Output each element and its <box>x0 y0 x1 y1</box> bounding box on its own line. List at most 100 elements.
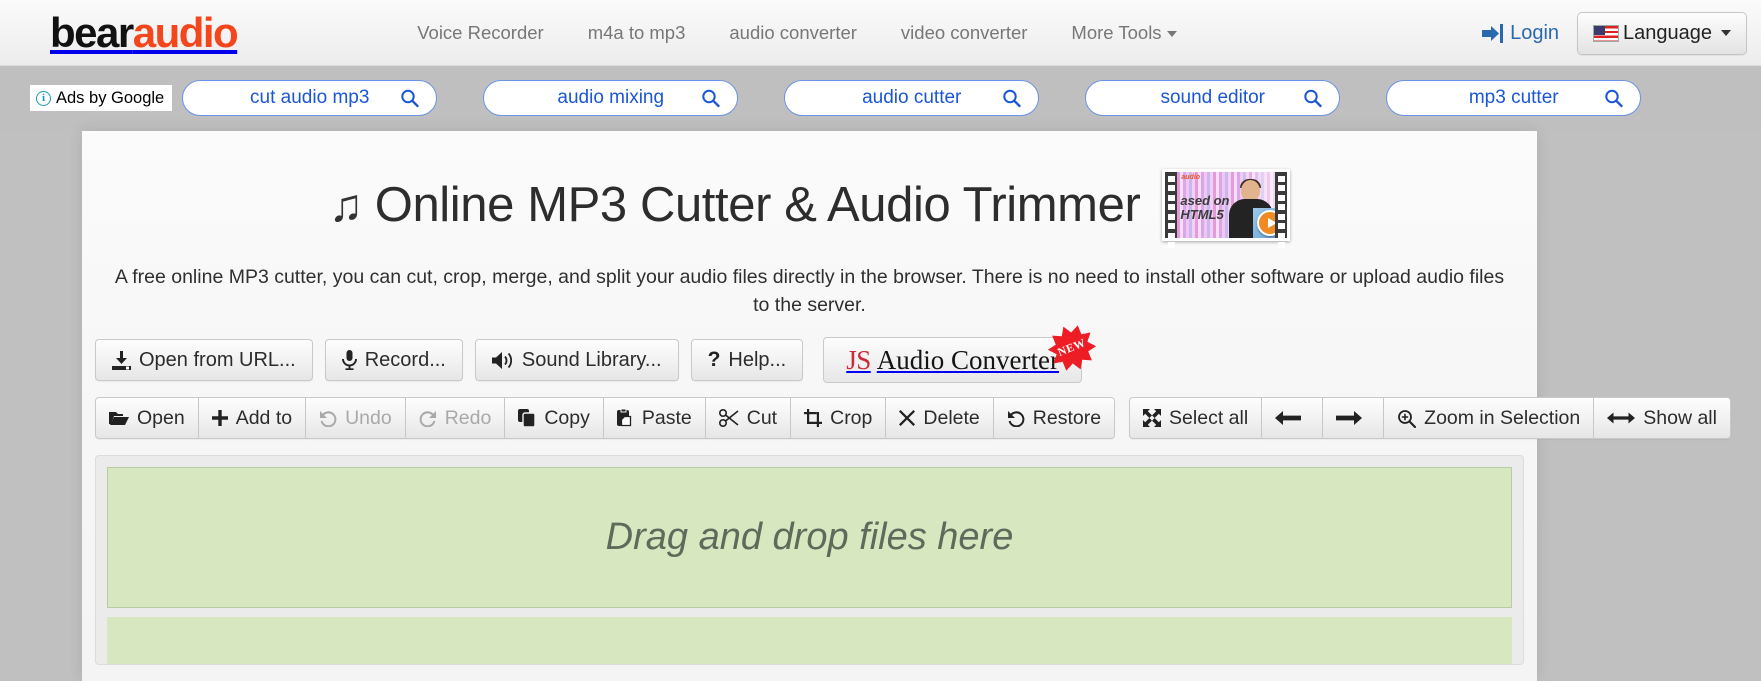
site-logo[interactable]: bearaudio <box>50 8 239 56</box>
toolbar-restore-button[interactable]: Restore <box>993 397 1116 439</box>
js-audio-converter-js-label: JS <box>846 344 871 375</box>
ad-pill-cut-audio-mp3[interactable]: cut audio mp3 <box>182 80 438 116</box>
logo-text-audio: audio <box>132 8 239 56</box>
toolbar-group-edit: Open Add to Undo Redo Copy Paste Cut Cro… <box>95 397 1116 439</box>
nav-item-audio-converter[interactable]: audio converter <box>729 22 857 44</box>
video-thumbnail-inner: audio ased on HTML5 <box>1165 172 1288 238</box>
question-mark-icon: ? <box>707 348 721 371</box>
nav-item-voice-recorder[interactable]: Voice Recorder <box>417 22 543 44</box>
toolbar-paste-button[interactable]: Paste <box>603 397 706 439</box>
language-label: Language <box>1623 21 1712 44</box>
toolbar-select-all-button[interactable]: Select all <box>1129 397 1263 439</box>
help-button[interactable]: ? Help... <box>690 339 804 381</box>
nav-item-video-converter[interactable]: video converter <box>901 22 1027 44</box>
help-label: Help... <box>728 348 787 371</box>
search-icon <box>1002 89 1021 108</box>
js-audio-converter-button[interactable]: JS Audio Converter NEW <box>823 337 1082 383</box>
ads-by-google-label: Ads by Google <box>56 88 165 107</box>
page-title: ♫ Online MP3 Cutter & Audio Trimmer <box>329 177 1141 233</box>
video-caption-line1: ased on <box>1180 193 1230 208</box>
editor-panel: Drag and drop files here <box>95 455 1524 665</box>
toolbar-zoom-in-selection-button[interactable]: Zoom in Selection <box>1384 397 1595 439</box>
nav-item-m4a-to-mp3[interactable]: m4a to mp3 <box>588 22 686 44</box>
toolbar-crop-label: Crop <box>830 406 873 429</box>
waveform-track[interactable] <box>107 617 1512 664</box>
login-button[interactable]: Login <box>1482 22 1559 45</box>
sign-in-icon <box>1482 23 1504 43</box>
search-icon <box>400 89 419 108</box>
microphone-icon <box>341 350 357 370</box>
search-icon <box>1303 89 1322 108</box>
toolbar-undo-button[interactable]: Undo <box>306 397 406 439</box>
video-watermark: audio <box>1181 174 1201 181</box>
toolbar-open-label: Open <box>137 406 185 429</box>
ad-pill-label: cut audio mp3 <box>250 87 370 108</box>
toolbar-cut-button[interactable]: Cut <box>705 397 792 439</box>
ads-by-google-badge[interactable]: i Ads by Google <box>30 85 173 111</box>
video-caption-line2: HTML5 <box>1180 207 1224 222</box>
x-icon <box>899 410 916 426</box>
download-icon <box>112 350 131 370</box>
js-audio-converter-rest-label: Audio Converter <box>876 344 1059 375</box>
toolbar-copy-button[interactable]: Copy <box>505 397 604 439</box>
toolbar-redo-button[interactable]: Redo <box>405 397 506 439</box>
toolbar-show-all-label: Show all <box>1643 406 1717 429</box>
ads-bar: i Ads by Google cut audio mp3 audio mixi… <box>0 66 1761 130</box>
crop-icon <box>804 409 823 427</box>
hero-title-row: ♫ Online MP3 Cutter & Audio Trimmer audi… <box>82 131 1537 248</box>
nav-item-more-tools-label: More Tools <box>1071 21 1162 43</box>
chevron-down-icon <box>1166 30 1177 37</box>
toolbar-cut-label: Cut <box>746 406 778 429</box>
folder-open-icon <box>109 410 129 426</box>
navbar-right: Login Language <box>1482 0 1747 66</box>
ad-pill-sound-editor[interactable]: sound editor <box>1085 80 1341 116</box>
toolbar-crop-button[interactable]: Crop <box>791 397 887 439</box>
scissors-icon <box>718 409 739 427</box>
toolbar-move-right-button[interactable] <box>1323 397 1385 439</box>
music-note-icon: ♫ <box>328 179 364 231</box>
primary-action-row: Open from URL... Record... Sound Library… <box>82 337 1537 383</box>
toolbar-add-to-button[interactable]: Add to <box>198 397 307 439</box>
ad-pill-mp3-cutter[interactable]: mp3 cutter <box>1386 80 1642 116</box>
ad-pill-audio-cutter[interactable]: audio cutter <box>784 80 1040 116</box>
record-label: Record... <box>364 348 446 371</box>
language-button[interactable]: Language <box>1577 11 1747 55</box>
ad-pill-audio-mixing[interactable]: audio mixing <box>483 80 739 116</box>
ad-pill-label: sound editor <box>1160 87 1266 108</box>
copy-icon <box>518 409 537 427</box>
toolbar-open-button[interactable]: Open <box>95 397 199 439</box>
arrows-h-icon <box>1607 411 1636 425</box>
toolbar-redo-label: Redo <box>444 406 492 429</box>
toolbar-zoom-in-selection-label: Zoom in Selection <box>1424 406 1581 429</box>
sound-library-label: Sound Library... <box>521 348 662 371</box>
open-from-url-label: Open from URL... <box>139 348 296 371</box>
ad-pill-label: audio cutter <box>862 87 962 108</box>
toolbar-restore-label: Restore <box>1032 406 1102 429</box>
toolbar-move-left-button[interactable] <box>1262 397 1324 439</box>
open-from-url-button[interactable]: Open from URL... <box>95 339 313 381</box>
zoom-in-icon <box>1397 409 1417 428</box>
arrow-left-icon <box>1275 411 1302 425</box>
page-root: bearaudio Voice Recorder m4a to mp3 audi… <box>0 0 1761 681</box>
toolbar-show-all-button[interactable]: Show all <box>1594 397 1731 439</box>
ad-pill-label: mp3 cutter <box>1468 87 1559 108</box>
sound-library-button[interactable]: Sound Library... <box>474 339 679 381</box>
nav-item-more-tools[interactable]: More Tools <box>1071 21 1177 44</box>
toolbar-undo-label: Undo <box>345 406 392 429</box>
search-icon <box>701 89 720 108</box>
file-dropzone[interactable]: Drag and drop files here <box>107 467 1512 608</box>
video-caption: ased on HTML5 <box>1180 194 1229 222</box>
speaker-icon <box>491 351 514 370</box>
intro-video-thumbnail[interactable]: audio ased on HTML5 <box>1162 169 1291 248</box>
film-strip-right <box>1275 172 1288 248</box>
plus-icon <box>211 410 228 426</box>
ad-pill-label: audio mixing <box>557 87 665 108</box>
page-title-text: Online MP3 Cutter & Audio Trimmer <box>374 178 1141 232</box>
expand-icon <box>1143 409 1162 427</box>
toolbar-delete-button[interactable]: Delete <box>886 397 994 439</box>
paste-icon <box>616 409 634 427</box>
record-button[interactable]: Record... <box>324 339 463 381</box>
editor-toolbar: Open Add to Undo Redo Copy Paste Cut Cro… <box>82 397 1731 439</box>
toolbar-group-view: Select all Zoom in Selection Show all <box>1129 397 1731 439</box>
toolbar-add-to-label: Add to <box>235 406 293 429</box>
